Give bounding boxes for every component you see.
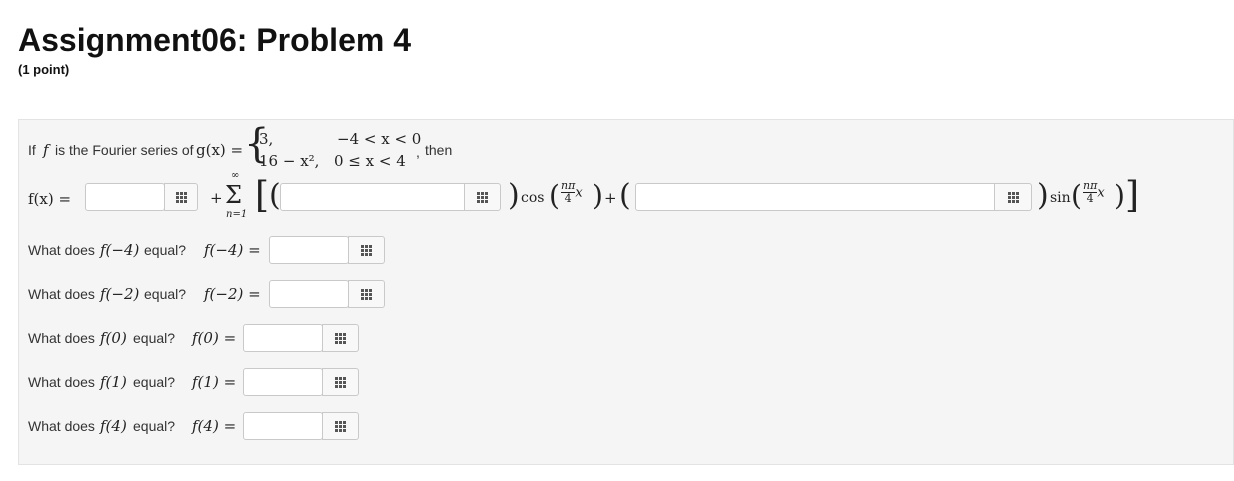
question-lhs: f(1) = — [192, 373, 237, 391]
g-lhs: g(x) = — [196, 141, 244, 159]
intro-f: f — [43, 141, 49, 159]
q3-answer-input[interactable] — [244, 325, 322, 351]
a0-input-wrapper — [85, 183, 165, 211]
frac-den-sin: 4 — [1086, 192, 1094, 205]
sin-left-paren: ( — [1071, 179, 1082, 212]
sin-label: sin — [1050, 190, 1071, 206]
question-prompt-pre: What does — [28, 286, 95, 302]
question-expr: f(−4) — [100, 241, 140, 259]
question-prompt-post: equal? — [133, 374, 176, 390]
question-lhs: f(0) = — [192, 329, 237, 347]
q1-answer-input[interactable] — [270, 237, 348, 263]
q4-input-wrapper — [243, 368, 323, 396]
question-expr: f(−2) — [100, 285, 140, 303]
left-paren-an: ( — [269, 178, 281, 213]
q5-input-wrapper — [243, 412, 323, 440]
question-prompt-pre: What does — [28, 374, 95, 390]
comma: , — [416, 144, 420, 160]
question-lhs: f(−4) = — [204, 241, 261, 259]
question-expr: f(1) — [100, 373, 127, 391]
q5-answer-input[interactable] — [244, 413, 322, 439]
series-lhs: f(x) = — [28, 190, 72, 208]
sum-upper-limit: ∞ — [231, 170, 240, 181]
q3-input-wrapper — [243, 324, 323, 352]
frac-den: 4 — [564, 192, 572, 205]
left-bracket: [ — [255, 175, 270, 216]
equation-palette-icon — [335, 420, 346, 432]
q5-palette-button[interactable] — [322, 412, 359, 440]
cos-right-paren: ) — [592, 179, 603, 212]
frac-num-sin: nπ — [1083, 179, 1098, 192]
question-prompt-pre: What does — [28, 330, 95, 346]
equation-palette-icon — [175, 191, 187, 203]
bn-input[interactable] — [636, 184, 996, 210]
right-paren-an: ) — [508, 178, 520, 213]
equation-palette-icon — [477, 191, 488, 203]
equation-palette-icon — [335, 332, 346, 344]
right-paren-bn: ) — [1037, 178, 1049, 213]
case2-value: 16 − x², — [259, 152, 320, 170]
question-expr: f(4) — [100, 417, 127, 435]
equation-palette-icon — [361, 244, 372, 256]
intro-mid: is the Fourier series of — [55, 142, 194, 158]
frac-var: x — [575, 185, 583, 201]
sum-lower-limit: n=1 — [226, 209, 248, 220]
a0-palette-button[interactable] — [164, 183, 198, 211]
intro-if: If — [28, 142, 36, 158]
case1-value: 3, — [259, 130, 274, 148]
sin-argument: nπ 4 x — [1083, 180, 1105, 205]
sin-right-paren: ) — [1114, 179, 1125, 212]
question-prompt-post: equal? — [144, 242, 187, 258]
frac-var-sin: x — [1097, 185, 1105, 201]
equation-palette-icon — [361, 288, 372, 300]
equation-palette-icon — [335, 376, 346, 388]
question-prompt-post: equal? — [133, 330, 176, 346]
q1-input-wrapper — [269, 236, 349, 264]
plus-sign-2: + — [604, 189, 617, 207]
q2-answer-input[interactable] — [270, 281, 348, 307]
question-prompt-pre: What does — [28, 242, 95, 258]
left-paren-bn: ( — [619, 178, 631, 213]
an-input[interactable] — [281, 184, 469, 210]
question-lhs: f(−2) = — [204, 285, 261, 303]
question-prompt-post: equal? — [144, 286, 187, 302]
bn-input-wrapper — [635, 183, 997, 211]
q2-input-wrapper — [269, 280, 349, 308]
case2-condition: 0 ≤ x < 4 — [334, 152, 406, 170]
question-expr: f(0) — [100, 329, 127, 347]
problem-panel: If f is the Fourier series of g(x) = { 3… — [18, 119, 1234, 465]
points-label: (1 point) — [18, 62, 70, 77]
question-prompt-post: equal? — [133, 418, 176, 434]
q3-palette-button[interactable] — [322, 324, 359, 352]
q2-palette-button[interactable] — [348, 280, 385, 308]
equation-palette-icon — [1007, 191, 1019, 203]
bn-palette-button[interactable] — [994, 183, 1032, 211]
frac-num: nπ — [561, 179, 576, 192]
cos-label: cos — [521, 190, 545, 206]
right-bracket: ] — [1125, 175, 1140, 216]
a0-input[interactable] — [86, 184, 164, 210]
q1-palette-button[interactable] — [348, 236, 385, 264]
an-palette-button[interactable] — [464, 183, 501, 211]
page-title: Assignment06: Problem 4 — [18, 22, 411, 58]
question-prompt-pre: What does — [28, 418, 95, 434]
q4-palette-button[interactable] — [322, 368, 359, 396]
cos-argument: nπ 4 x — [561, 180, 583, 205]
then-label: then — [425, 142, 453, 158]
sum-symbol: Σ — [225, 181, 242, 209]
an-input-wrapper — [280, 183, 470, 211]
question-lhs: f(4) = — [192, 417, 237, 435]
cos-left-paren: ( — [549, 179, 560, 212]
case1-condition: −4 < x < 0 — [337, 130, 422, 148]
plus-sign: + — [210, 189, 223, 207]
q4-answer-input[interactable] — [244, 369, 322, 395]
